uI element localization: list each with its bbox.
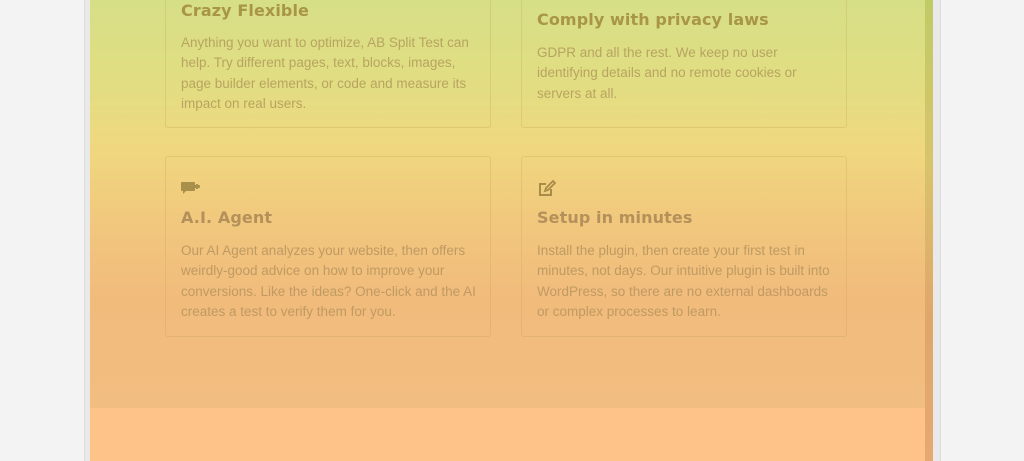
feature-card-setup: Setup in minutes Install the plugin, the… <box>521 156 847 337</box>
right-edge-rail <box>925 0 933 461</box>
next-section-band <box>90 408 925 461</box>
feature-description: Install the plugin, then create your fir… <box>537 243 830 319</box>
edit-icon <box>537 179 557 196</box>
feature-description: GDPR and all the rest. We keep no user i… <box>537 45 797 101</box>
feature-title: Comply with privacy laws <box>537 10 769 29</box>
feature-title: A.I. Agent <box>181 208 273 227</box>
feature-title: Setup in minutes <box>537 208 693 227</box>
feature-card-crazy-flexible: Crazy Flexible Anything you want to opti… <box>165 0 491 128</box>
feature-description: Our AI Agent analyzes your website, then… <box>181 243 476 319</box>
feature-card-ai-agent: A.I. Agent Our AI Agent analyzes your we… <box>165 156 491 337</box>
feature-card-privacy: Comply with privacy laws GDPR and all th… <box>521 0 847 128</box>
feature-description: Anything you want to optimize, AB Split … <box>181 35 469 111</box>
feature-title: Crazy Flexible <box>181 1 310 20</box>
ai-agent-icon <box>181 179 201 195</box>
features-section: Crazy Flexible Anything you want to opti… <box>90 0 933 461</box>
